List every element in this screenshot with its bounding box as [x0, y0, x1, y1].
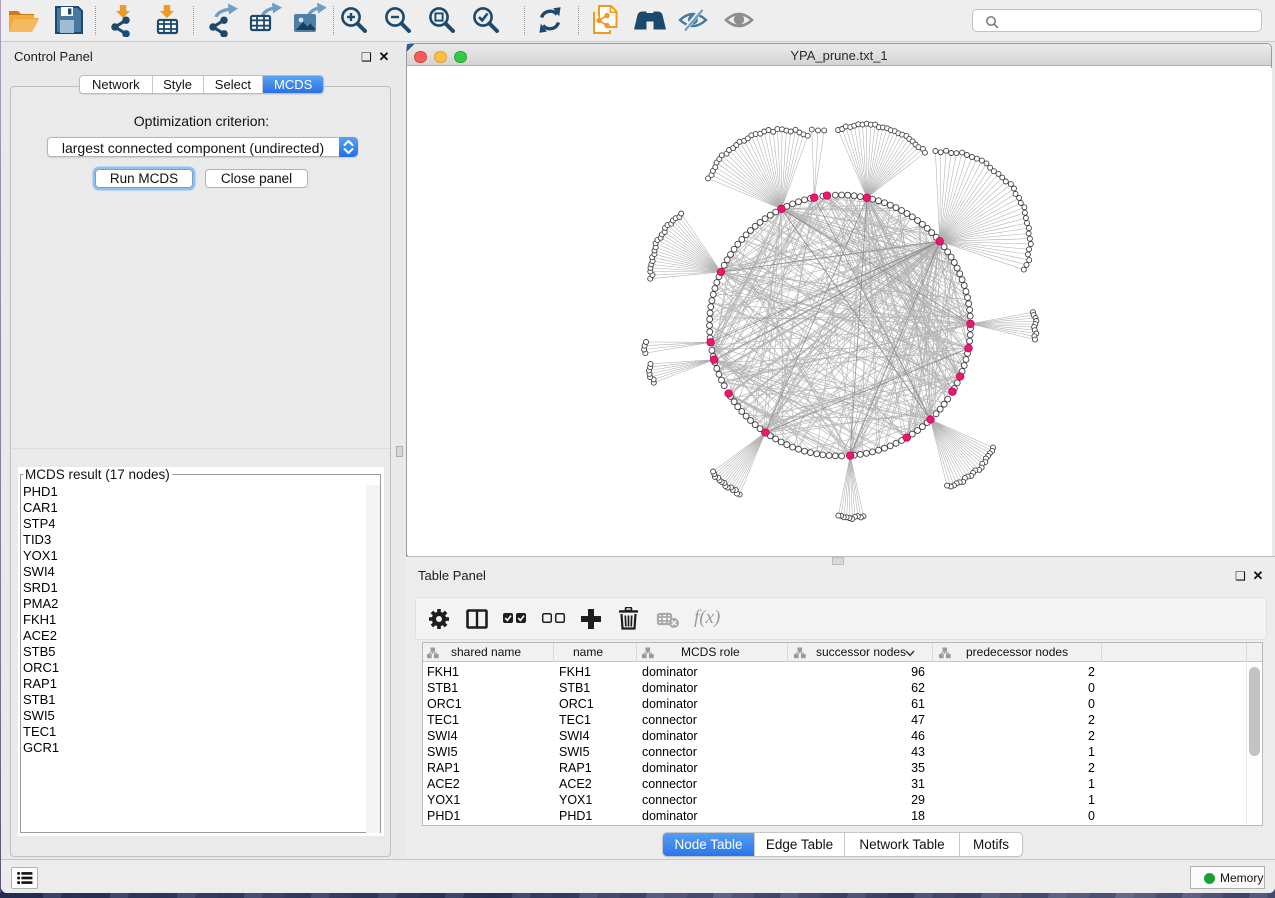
- svg-text:f(x): f(x): [694, 607, 720, 628]
